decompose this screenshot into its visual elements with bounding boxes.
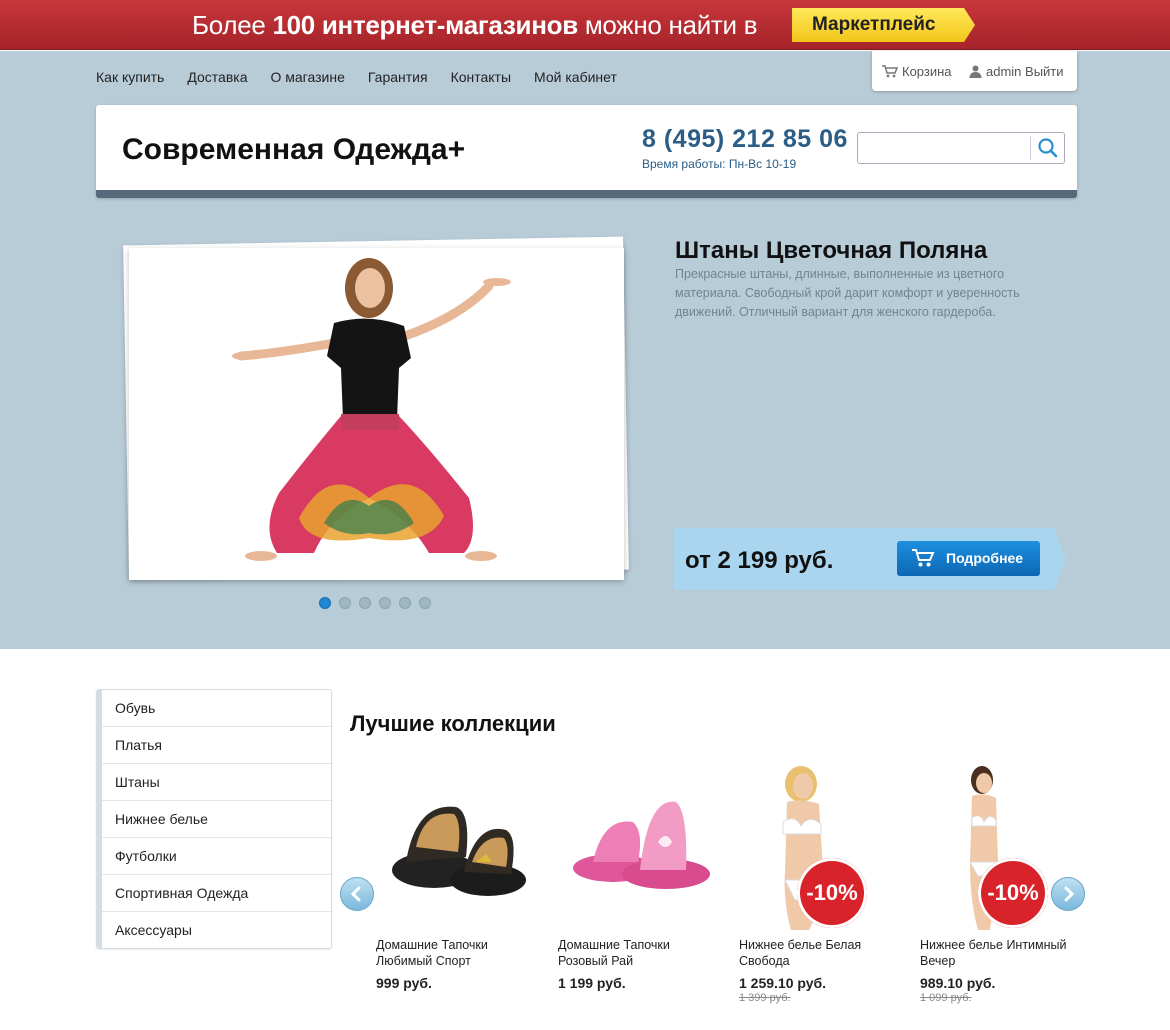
product-name[interactable]: Домашние Тапочки Розовый Рай	[558, 937, 723, 969]
category-accessories[interactable]: Аксессуары	[102, 912, 331, 949]
category-sportswear[interactable]: Спортивная Одежда	[102, 875, 331, 912]
category-pants[interactable]: Штаны	[102, 764, 331, 801]
category-shoes[interactable]: Обувь	[102, 690, 331, 727]
user-box: Корзина admin Выйти	[872, 51, 1077, 91]
user-icon	[969, 65, 982, 78]
hero-section: Как купить Доставка О магазине Гарантия …	[0, 51, 1170, 649]
product-name[interactable]: Домашние Тапочки Любимый Спорт	[376, 937, 541, 969]
marketplace-button[interactable]: Маркетплейс	[792, 8, 975, 42]
slider-dot[interactable]	[319, 597, 331, 609]
product-slippers-pink-image	[573, 801, 710, 889]
collections-title: Лучшие коллекции	[350, 711, 556, 736]
carousel-prev-button[interactable]	[340, 877, 374, 911]
product-name[interactable]: Нижнее белье Белая Свобода	[739, 937, 904, 969]
cart-icon	[882, 65, 898, 78]
nav-guarantee[interactable]: Гарантия	[368, 69, 428, 85]
slider-dot[interactable]	[359, 597, 371, 609]
search-icon	[1038, 138, 1058, 158]
discount-badge: -10%	[978, 858, 1048, 928]
nav-about[interactable]: О магазине	[270, 69, 344, 85]
cart-icon	[912, 549, 935, 567]
slider-dot[interactable]	[379, 597, 391, 609]
site-header: Современная Одежда+ 8 (495) 212 85 06 Вр…	[96, 105, 1077, 198]
working-hours: Время работы: Пн-Вс 10-19	[642, 157, 797, 171]
slide-title[interactable]: Штаны Цветочная Поляна	[675, 237, 987, 265]
search-button[interactable]	[1030, 136, 1062, 160]
slider-dot[interactable]	[339, 597, 351, 609]
slide-price-bar: от 2 199 руб. Подробнее	[674, 528, 1066, 590]
cart-link[interactable]: Корзина	[882, 64, 952, 79]
product-price: 989.10 руб.	[920, 975, 996, 991]
slider-dots	[319, 597, 431, 609]
promo-banner[interactable]: Более 100 интернет-магазинов можно найти…	[0, 0, 1170, 50]
model-in-pants-image	[232, 258, 511, 561]
product-old-price: 1 099 руб.	[920, 992, 972, 1004]
slide-price: от 2 199 руб.	[685, 547, 834, 574]
nav-contacts[interactable]: Контакты	[451, 69, 511, 85]
nav-how-to-buy[interactable]: Как купить	[96, 69, 164, 85]
product-price: 1 259.10 руб.	[739, 975, 827, 991]
category-menu: Обувь Платья Штаны Нижнее белье Футболки…	[96, 689, 332, 949]
nav-delivery[interactable]: Доставка	[187, 69, 247, 85]
phone-number: 8 (495) 212 85 06	[642, 125, 848, 153]
search-input[interactable]	[860, 135, 1028, 161]
product-slippers-sport-image	[392, 806, 526, 896]
slider-dot[interactable]	[419, 597, 431, 609]
slide-description: Прекрасные штаны, длинные, выполненные и…	[675, 267, 1020, 319]
nav-my-account[interactable]: Мой кабинет	[534, 69, 617, 85]
product-old-price: 1 399 руб.	[739, 992, 791, 1004]
discount-badge: -10%	[797, 858, 867, 928]
category-underwear[interactable]: Нижнее белье	[102, 801, 331, 838]
slide-image[interactable]	[129, 248, 624, 580]
category-dresses[interactable]: Платья	[102, 727, 331, 764]
product-price: 1 199 руб.	[558, 975, 626, 991]
details-button[interactable]: Подробнее	[897, 541, 1040, 576]
chevron-left-icon	[350, 886, 361, 902]
top-nav: Как купить Доставка О магазине Гарантия …	[96, 69, 640, 85]
product-name[interactable]: Нижнее белье Интимный Вечер	[920, 937, 1085, 969]
category-tshirts[interactable]: Футболки	[102, 838, 331, 875]
user-link[interactable]: admin Выйти	[969, 64, 1064, 79]
site-logo[interactable]: Современная Одежда+	[122, 133, 465, 167]
promo-text: Более 100 интернет-магазинов можно найти…	[192, 10, 758, 40]
slider-dot[interactable]	[399, 597, 411, 609]
search-box	[857, 132, 1065, 164]
product-price: 999 руб.	[376, 975, 432, 991]
